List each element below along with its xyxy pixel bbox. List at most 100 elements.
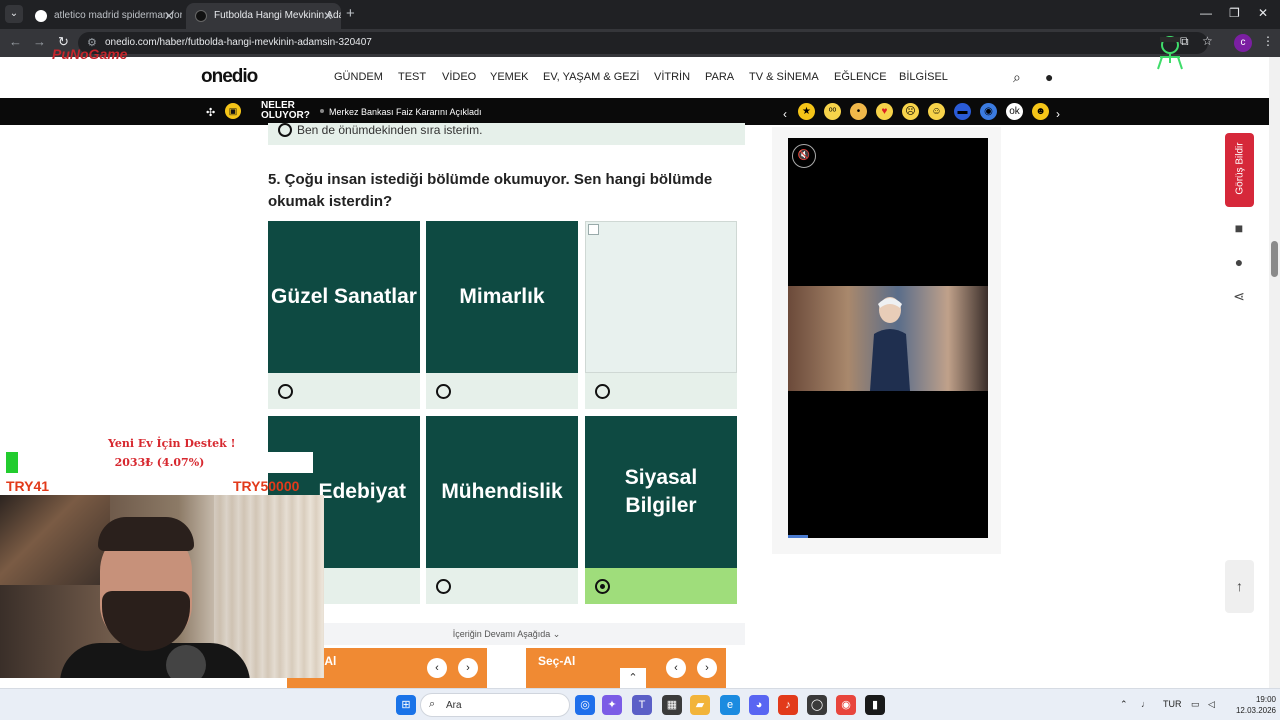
tray-mic-icon[interactable]: ♩: [1141, 699, 1150, 709]
nav-ev-yasam-gezi[interactable]: EV, YAŞAM & GEZİ: [543, 71, 639, 83]
copilot-icon[interactable]: ✦: [602, 695, 622, 715]
page-scrollbar[interactable]: [1269, 57, 1280, 688]
feedback-button[interactable]: Görüş Bildir: [1225, 133, 1254, 207]
taskbar-search[interactable]: ⌕ Ara: [420, 693, 570, 717]
nav-para[interactable]: PARA: [705, 71, 734, 83]
grid-icon[interactable]: ✣: [206, 106, 215, 119]
option-card-siyasal-bilgiler[interactable]: Siyasal Bilgiler: [585, 416, 737, 604]
broken-option-image: [585, 221, 737, 373]
restore-icon[interactable]: ❐: [1229, 6, 1240, 20]
video-player[interactable]: 🔇: [788, 138, 988, 538]
radio-button[interactable]: [278, 123, 292, 137]
tray-chevron-icon[interactable]: ⌃: [1120, 699, 1128, 710]
heart-eyes-emoji-icon[interactable]: ♥: [876, 103, 893, 120]
ad-prev-icon[interactable]: ‹: [666, 658, 686, 678]
laugh-emoji-icon[interactable]: ☻: [1032, 103, 1049, 120]
continue-below: İçeriğin Devamı Aşağıda ⌄: [268, 623, 745, 645]
ticker-label: NELER OLUYOR?: [261, 100, 310, 121]
close-tab-icon[interactable]: ✕: [323, 3, 333, 29]
bookmark-star-icon[interactable]: ☆: [1202, 34, 1213, 48]
search-icon[interactable]: ⌕: [1013, 69, 1021, 86]
new-tab-icon[interactable]: +: [346, 5, 355, 22]
radio-button[interactable]: [278, 384, 293, 399]
teams-icon[interactable]: T: [632, 695, 652, 715]
minimize-icon[interactable]: —: [1200, 6, 1212, 20]
chevron-up-icon[interactable]: ⌃: [620, 668, 646, 688]
close-window-icon[interactable]: ✕: [1258, 6, 1268, 20]
radio-button[interactable]: [436, 384, 451, 399]
chrome-icon[interactable]: ◉: [836, 695, 856, 715]
nav-gundem[interactable]: GÜNDEM: [334, 71, 383, 83]
radio-button[interactable]: [436, 579, 451, 594]
eyes-emoji-icon[interactable]: ᵒᵒ: [824, 103, 841, 120]
nav-yemek[interactable]: YEMEK: [490, 71, 529, 83]
option-image: Güzel Sanatlar: [268, 221, 420, 373]
streamer-hair: [98, 517, 194, 551]
scroll-to-top-button[interactable]: ↑: [1225, 560, 1254, 613]
tab-onedio[interactable]: Futbolda Hangi Mevkinin Adam ✕: [186, 3, 341, 29]
ad-prev-icon[interactable]: ‹: [427, 658, 447, 678]
ad-next-icon[interactable]: ›: [458, 658, 478, 678]
tray-language[interactable]: TUR: [1163, 699, 1182, 709]
site-logo[interactable]: onedio: [201, 66, 258, 88]
menu-icon[interactable]: ⋮: [1262, 34, 1274, 48]
nav-tv-sinema[interactable]: TV & SİNEMA: [749, 71, 819, 83]
profile-avatar[interactable]: c: [1234, 34, 1252, 52]
app-icon[interactable]: ▮: [865, 695, 885, 715]
nav-eglence[interactable]: EĞLENCE: [834, 71, 887, 83]
obs-icon[interactable]: ◯: [807, 695, 827, 715]
radio-button[interactable]: [595, 384, 610, 399]
chevron-right-icon[interactable]: ›: [1056, 107, 1060, 121]
ticker-headline[interactable]: Merkez Bankası Faiz Kararını Açıkladı: [329, 107, 482, 117]
donation-goal-title: Yeni Ev İçin Destek !: [108, 437, 236, 450]
edge-copilot-icon[interactable]: ◎: [575, 695, 595, 715]
discord-icon[interactable]: ◕: [749, 695, 769, 715]
forward-icon[interactable]: →: [33, 34, 46, 49]
ok-badge-icon[interactable]: ok: [1006, 103, 1023, 120]
taskbar-clock[interactable]: 19:00 12.03.2026: [1226, 694, 1276, 716]
option-card-mimarlik[interactable]: Mimarlık: [426, 221, 578, 409]
user-icon[interactable]: ●: [1045, 69, 1053, 85]
face-emoji-icon[interactable]: •: [850, 103, 867, 120]
trophy-icon[interactable]: ★: [798, 103, 815, 120]
share-icon[interactable]: ⋖: [1230, 288, 1248, 305]
option-footer: [426, 568, 578, 604]
store-icon[interactable]: ▦: [662, 695, 682, 715]
back-icon[interactable]: ←: [9, 34, 22, 49]
tab-atletico[interactable]: atletico madrid spiderman form ✕: [26, 3, 182, 29]
close-tab-icon[interactable]: ✕: [164, 3, 174, 29]
mute-icon[interactable]: 🔇: [792, 144, 816, 168]
previous-answer-option[interactable]: Ben de önümdekinden sıra isterim.: [268, 123, 745, 145]
nav-bilgisel[interactable]: BİLGİSEL: [899, 71, 948, 83]
bookmark-icon[interactable]: ■: [1230, 220, 1248, 236]
ad-next-icon[interactable]: ›: [697, 658, 717, 678]
microphone: [166, 645, 206, 678]
continue-text: İçeriğin Devamı Aşağıda: [452, 629, 551, 639]
tab-search-icon[interactable]: ⌄: [5, 5, 23, 23]
ad-text: Seç-Al: [538, 654, 576, 668]
option-card-muhendislik[interactable]: Mühendislik: [426, 416, 578, 604]
blue-circle-icon[interactable]: ◉: [980, 103, 997, 120]
option-card-guzel-sanatlar[interactable]: Güzel Sanatlar: [268, 221, 420, 409]
comments-icon[interactable]: ●: [1230, 254, 1248, 270]
address-bar[interactable]: ⚙ onedio.com/haber/futbolda-hangi-mevkin…: [78, 32, 1208, 54]
nav-test[interactable]: TEST: [398, 71, 426, 83]
radio-button-selected[interactable]: [595, 579, 610, 594]
onedio-favicon-icon: [195, 10, 207, 22]
file-explorer-icon[interactable]: ▰: [690, 695, 710, 715]
scrollbar-thumb[interactable]: [1271, 241, 1278, 277]
nav-video[interactable]: VİDEO: [442, 71, 476, 83]
chevron-left-icon[interactable]: ‹: [783, 107, 787, 121]
option-card-empty[interactable]: [585, 221, 737, 409]
nav-vitrin[interactable]: VİTRİN: [654, 71, 690, 83]
browser-tabbar: ⌄ atletico madrid spiderman form ✕ Futbo…: [0, 0, 1280, 29]
edge-icon[interactable]: e: [720, 695, 740, 715]
ticker-dot: [320, 109, 324, 113]
microphone-app-icon[interactable]: ♪: [778, 695, 798, 715]
smile-emoji-icon[interactable]: ☺: [928, 103, 945, 120]
sad-emoji-icon[interactable]: ☹: [902, 103, 919, 120]
tray-network-icon[interactable]: ▭: [1191, 699, 1200, 710]
blue-badge-icon[interactable]: ▬: [954, 103, 971, 120]
tray-volume-icon[interactable]: ◁: [1208, 699, 1215, 710]
windows-start-icon[interactable]: ⊞: [396, 695, 416, 715]
